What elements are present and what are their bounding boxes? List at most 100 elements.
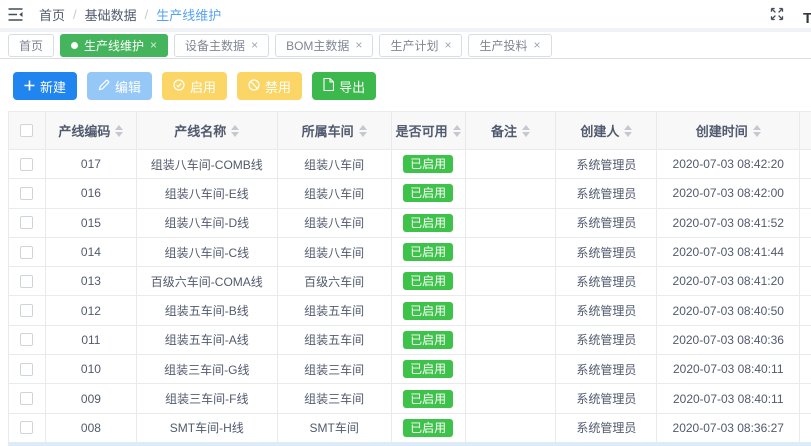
- page-tab[interactable]: 生产线维护 ×: [60, 34, 168, 57]
- cell-line-name: 组装三车间-G线: [137, 355, 278, 384]
- column-header-created-time: 创建时间: [696, 121, 748, 140]
- row-checkbox[interactable]: [20, 333, 33, 346]
- cell-line-code: 016: [46, 179, 137, 208]
- cell-creator: 系统管理员: [556, 150, 657, 179]
- breadcrumb-item-base-data[interactable]: 基础数据: [85, 5, 137, 24]
- cell-creator: 系统管理员: [556, 267, 657, 296]
- disable-button[interactable]: 禁用: [237, 72, 302, 100]
- table-row[interactable]: 017 组装八车间-COMB线 组装八车间 已启用 系统管理员 2020-07-…: [9, 150, 811, 179]
- edit-icon: [98, 79, 110, 94]
- cell-workshop: SMT车间: [278, 414, 392, 443]
- fullscreen-icon[interactable]: [770, 7, 784, 21]
- tab-label: 设备主数据: [185, 37, 245, 54]
- table-row[interactable]: 014 组装八车间-C线 组装八车间 已启用 系统管理员 2020-07-03 …: [9, 238, 811, 267]
- export-button[interactable]: 导出: [312, 72, 376, 100]
- cell-line-code: 015: [46, 209, 137, 238]
- row-checkbox[interactable]: [20, 187, 33, 200]
- ban-circle-icon: [248, 79, 260, 94]
- cell-remark: [466, 179, 557, 208]
- row-checkbox[interactable]: [20, 216, 33, 229]
- status-badge: 已启用: [403, 155, 453, 173]
- table-row[interactable]: 012 组装五车间-B线 组装五车间 已启用 系统管理员 2020-07-03 …: [9, 296, 811, 325]
- select-all-checkbox[interactable]: [20, 124, 33, 137]
- disable-button-label: 禁用: [265, 77, 291, 96]
- row-checkbox[interactable]: [20, 304, 33, 317]
- cell-extra: [800, 267, 811, 296]
- cell-line-name: 组装三车间-F线: [137, 384, 278, 413]
- page-tab-bar: 首页 生产线维护 × 设备主数据 × BOM主数据 × 生产计划 × 生产投料: [0, 32, 811, 59]
- edit-button-label: 编辑: [115, 77, 141, 96]
- breadcrumb-item-home[interactable]: 首页: [39, 5, 65, 24]
- page-tab[interactable]: 生产投料 ×: [468, 34, 551, 57]
- breadcrumb-separator: /: [145, 7, 149, 22]
- close-icon[interactable]: ×: [444, 39, 451, 51]
- cell-extra: [800, 296, 811, 325]
- cell-workshop: 组装五车间: [278, 326, 392, 355]
- table-row[interactable]: 010 组装三车间-G线 组装三车间 已启用 系统管理员 2020-07-03 …: [9, 355, 811, 384]
- column-header-workshop: 所属车间: [302, 121, 354, 140]
- sort-icon[interactable]: [115, 125, 123, 137]
- table-header-row: 产线编码 产线名称 所属车间 是否可用 备注 创建人 创建时间: [9, 112, 811, 150]
- sort-icon[interactable]: [753, 125, 761, 137]
- breadcrumb: 首页 / 基础数据 / 生产线维护: [39, 5, 221, 24]
- status-badge: 已启用: [403, 390, 453, 408]
- close-icon[interactable]: ×: [533, 39, 540, 51]
- cell-line-name: 组装八车间-COMB线: [137, 150, 278, 179]
- cell-creator: 系统管理员: [556, 414, 657, 443]
- row-checkbox[interactable]: [20, 363, 33, 376]
- status-badge: 已启用: [403, 360, 453, 378]
- cell-extra: [800, 355, 811, 384]
- table-row[interactable]: 016 组装八车间-E线 组装八车间 已启用 系统管理员 2020-07-03 …: [9, 179, 811, 208]
- status-badge: 已启用: [403, 243, 453, 261]
- cell-created-time: 2020-07-03 08:42:20: [657, 150, 800, 179]
- cell-remark: [466, 238, 557, 267]
- status-badge: 已启用: [403, 331, 453, 349]
- close-icon[interactable]: ×: [251, 39, 258, 51]
- status-badge: 已启用: [403, 302, 453, 320]
- row-checkbox[interactable]: [20, 158, 33, 171]
- top-header-bar: 首页 / 基础数据 / 生产线维护 T: [0, 0, 811, 28]
- cell-remark: [466, 355, 557, 384]
- cell-line-code: 009: [46, 384, 137, 413]
- page-tab[interactable]: 首页: [8, 34, 54, 57]
- sort-icon[interactable]: [522, 125, 530, 137]
- page-tab[interactable]: 生产计划 ×: [379, 34, 462, 57]
- cell-creator: 系统管理员: [556, 209, 657, 238]
- cell-line-name: SMT车间-H线: [137, 414, 278, 443]
- column-header-line-name: 产线名称: [174, 121, 226, 140]
- sort-icon[interactable]: [624, 125, 632, 137]
- sort-icon[interactable]: [453, 125, 461, 137]
- cell-workshop: 组装三车间: [278, 384, 392, 413]
- table-row[interactable]: 008 SMT车间-H线 SMT车间 已启用 系统管理员 2020-07-03 …: [9, 414, 811, 443]
- sort-icon[interactable]: [359, 125, 367, 137]
- table-row[interactable]: 015 组装八车间-D线 组装八车间 已启用 系统管理员 2020-07-03 …: [9, 209, 811, 238]
- edit-button[interactable]: 编辑: [87, 72, 152, 100]
- row-checkbox[interactable]: [20, 246, 33, 259]
- cell-line-code: 010: [46, 355, 137, 384]
- enable-button-label: 启用: [190, 77, 216, 96]
- cell-workshop: 组装五车间: [278, 296, 392, 325]
- action-toolbar: 新建 编辑 启用 禁用 导出: [0, 59, 811, 100]
- cell-line-name: 组装八车间-E线: [137, 179, 278, 208]
- sort-icon[interactable]: [231, 125, 239, 137]
- cell-remark: [466, 267, 557, 296]
- cell-creator: 系统管理员: [556, 238, 657, 267]
- enable-button[interactable]: 启用: [162, 72, 227, 100]
- page-tab[interactable]: 设备主数据 ×: [174, 34, 269, 57]
- user-avatar-fragment[interactable]: T: [803, 10, 811, 27]
- close-icon[interactable]: ×: [355, 39, 362, 51]
- cell-line-name: 组装五车间-B线: [137, 296, 278, 325]
- cell-extra: [800, 384, 811, 413]
- row-checkbox[interactable]: [20, 421, 33, 434]
- table-row[interactable]: 009 组装三车间-F线 组装三车间 已启用 系统管理员 2020-07-03 …: [9, 384, 811, 413]
- tab-label: BOM主数据: [286, 37, 349, 54]
- table-row[interactable]: 011 组装五车间-A线 组装五车间 已启用 系统管理员 2020-07-03 …: [9, 326, 811, 355]
- page-tab[interactable]: BOM主数据 ×: [275, 34, 373, 57]
- table-row[interactable]: 013 百级六车间-COMA线 百级六车间 已启用 系统管理员 2020-07-…: [9, 267, 811, 296]
- close-icon[interactable]: ×: [150, 39, 157, 51]
- menu-fold-icon[interactable]: [8, 8, 23, 21]
- row-checkbox[interactable]: [20, 275, 33, 288]
- column-header-remark: 备注: [491, 121, 517, 140]
- row-checkbox[interactable]: [20, 392, 33, 405]
- create-button[interactable]: 新建: [13, 72, 77, 100]
